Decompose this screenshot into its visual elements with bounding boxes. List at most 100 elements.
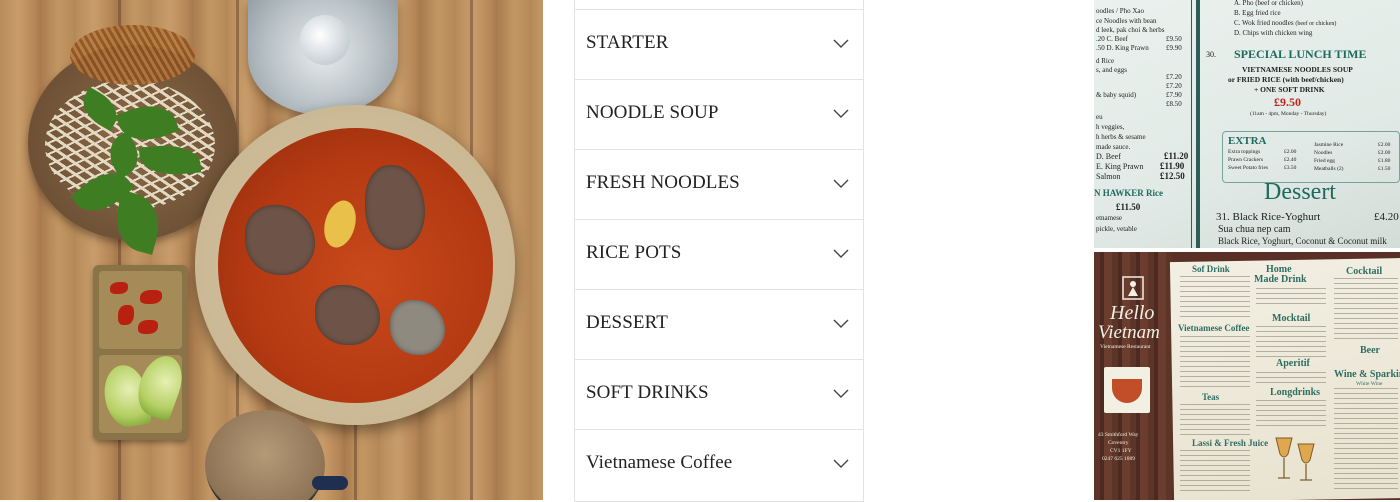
accordion-item-label: STARTER bbox=[586, 32, 669, 53]
heading-soft-drink: Sof Drink bbox=[1192, 264, 1230, 274]
heading-mocktail: Mocktail bbox=[1272, 313, 1311, 324]
menu-section-title: N HAWKER Rice bbox=[1094, 188, 1163, 198]
dessert-subtitle: Sua chua nep cam bbox=[1218, 224, 1291, 235]
heading-home-made-drink: Made Drink bbox=[1254, 274, 1307, 285]
extra-title: EXTRA bbox=[1228, 135, 1267, 147]
accordion-item-vietnamese-coffee[interactable]: Vietnamese Coffee bbox=[574, 429, 864, 502]
menu-text: made sauce. bbox=[1096, 143, 1131, 151]
accordion-item-fresh-noodles[interactable]: FRESH NOODLES bbox=[574, 149, 864, 219]
heading-wine: Wine & Sparkin bbox=[1334, 369, 1400, 380]
menu-text-lines bbox=[1256, 372, 1326, 386]
menu-text-lines bbox=[1180, 450, 1250, 492]
heading-longdrinks: Longdrinks bbox=[1270, 387, 1321, 398]
chili-cell bbox=[99, 271, 182, 349]
menu-text: oodles / Pho Xao bbox=[1096, 7, 1145, 15]
dessert-price: £4.20 bbox=[1374, 211, 1399, 223]
menu-text: Fried egg bbox=[1314, 158, 1335, 164]
accordion-item-rice-pots[interactable]: RICE POTS bbox=[574, 219, 864, 289]
heading-lassi: Lassi & Fresh Juice bbox=[1192, 438, 1269, 448]
menu-text: VIETNAMESE NOODLES SOUP bbox=[1242, 65, 1353, 74]
chevron-down-icon bbox=[833, 109, 849, 118]
heading-teas: Teas bbox=[1202, 392, 1220, 402]
accordion-item-label: NOODLE SOUP bbox=[586, 102, 719, 123]
menu-price: £1.50 bbox=[1378, 166, 1391, 172]
menu-text: h herbs & sesame bbox=[1096, 133, 1146, 141]
menu-board-photo-top: oodles / Pho Xao ce Noodles with bean d … bbox=[1094, 0, 1400, 248]
menu-price: £12.50 bbox=[1160, 171, 1185, 181]
phone-number: 0247 625 1889 bbox=[1102, 456, 1135, 462]
accordion-item-starter[interactable]: STARTER bbox=[574, 9, 864, 79]
menu-text: h veggies, bbox=[1096, 123, 1125, 131]
wine-glasses-illustration bbox=[1275, 437, 1315, 481]
menu-text-lines bbox=[1180, 404, 1250, 436]
menu-text: B. Egg fried rice bbox=[1234, 9, 1281, 17]
menu-text: + ONE SOFT DRINK bbox=[1254, 85, 1325, 94]
menu-text: A. Pho (beef or chicken) bbox=[1234, 0, 1304, 7]
menu-price: £9.50 bbox=[1166, 35, 1182, 43]
accordion-item-soft-drinks[interactable]: SOFT DRINKS bbox=[574, 359, 864, 429]
heading-cocktail: Cocktail bbox=[1346, 266, 1383, 277]
menu-text-lines bbox=[1256, 326, 1326, 358]
menu-price: £2.40 bbox=[1284, 157, 1297, 163]
accordion-item-noodle-soup[interactable]: NOODLE SOUP bbox=[574, 79, 864, 149]
logo-icon bbox=[1122, 276, 1144, 300]
menu-price: £9.90 bbox=[1166, 44, 1182, 52]
teapot bbox=[205, 410, 325, 500]
menu-text-lines bbox=[1256, 288, 1326, 308]
menu-text-lines bbox=[1256, 400, 1326, 428]
teapot-handle bbox=[312, 476, 348, 490]
menu-price: £2.00 bbox=[1378, 150, 1391, 156]
menu-text: ce Noodles with bean bbox=[1096, 17, 1157, 25]
chevron-down-icon bbox=[833, 389, 849, 398]
menu-price: £7.20 bbox=[1166, 82, 1182, 90]
food-photo bbox=[0, 0, 543, 500]
chevron-down-icon bbox=[833, 179, 849, 188]
chevron-down-icon bbox=[833, 459, 849, 468]
menu-price: £11.50 bbox=[1116, 202, 1141, 212]
menu-text: d Rice bbox=[1096, 57, 1115, 65]
menu-text: s, and eggs bbox=[1096, 66, 1127, 74]
chili-piece bbox=[118, 305, 134, 325]
chevron-down-icon bbox=[833, 39, 849, 48]
heading-vietnamese-coffee: Vietnamese Coffee bbox=[1178, 323, 1250, 333]
menu-text: d leek, pak choi & herbs bbox=[1096, 26, 1165, 34]
accordion-item-top-partial[interactable] bbox=[574, 0, 864, 9]
menu-accordion: STARTER NOODLE SOUP FRESH NOODLES RICE P… bbox=[574, 0, 864, 502]
menu-text: eu bbox=[1096, 113, 1103, 121]
menu-price: £7.20 bbox=[1166, 73, 1182, 81]
menu-text-lines bbox=[1334, 388, 1398, 492]
menu-column-divider bbox=[1196, 0, 1200, 248]
menu-column-divider bbox=[1191, 0, 1192, 248]
accordion-item-label: DESSERT bbox=[586, 312, 668, 333]
menu-price: £2.00 bbox=[1378, 142, 1391, 148]
chili-piece bbox=[138, 320, 158, 334]
menu-price: £7.90 bbox=[1166, 91, 1182, 99]
chili-piece bbox=[110, 282, 128, 294]
special-lunch-price: £9.50 bbox=[1274, 95, 1301, 109]
menu-text: Salmon bbox=[1096, 172, 1121, 181]
menu-text: etnamese bbox=[1096, 214, 1123, 222]
brand-name-vietnam: Vietnam bbox=[1098, 322, 1160, 343]
accordion-item-label: FRESH NOODLES bbox=[586, 172, 740, 193]
address-line: Coventry bbox=[1108, 440, 1129, 446]
heading-aperitif: Aperitif bbox=[1276, 358, 1310, 369]
dessert-description: Black Rice, Yoghurt, Coconut & Coconut m… bbox=[1218, 236, 1387, 246]
menu-text-lines bbox=[1334, 278, 1398, 342]
menu-text: & baby squid) bbox=[1096, 91, 1137, 99]
menu-text: Noodles bbox=[1314, 150, 1333, 156]
menu-text: Extra toppings bbox=[1228, 149, 1261, 155]
menu-text-lines bbox=[1180, 336, 1250, 388]
heading-beer: Beer bbox=[1360, 345, 1380, 356]
menu-item-number: 30. bbox=[1206, 50, 1216, 59]
accordion-item-dessert[interactable]: DESSERT bbox=[574, 289, 864, 359]
menu-text: pickle, vetable bbox=[1096, 225, 1137, 233]
heading-white-wine: White Wine bbox=[1356, 381, 1383, 387]
menu-text: .50 D. King Prawn bbox=[1096, 44, 1149, 52]
menu-price: £2.00 bbox=[1284, 149, 1297, 155]
menu-price: £3.50 bbox=[1284, 165, 1297, 171]
special-lunch-title: SPECIAL LUNCH TIME bbox=[1234, 47, 1367, 61]
accordion-item-label: Vietnamese Coffee bbox=[586, 452, 733, 473]
menu-text: C. Wok fried noodles (beef or chicken) bbox=[1234, 19, 1337, 27]
accordion-item-label: RICE POTS bbox=[586, 242, 682, 263]
chevron-down-icon bbox=[833, 249, 849, 258]
